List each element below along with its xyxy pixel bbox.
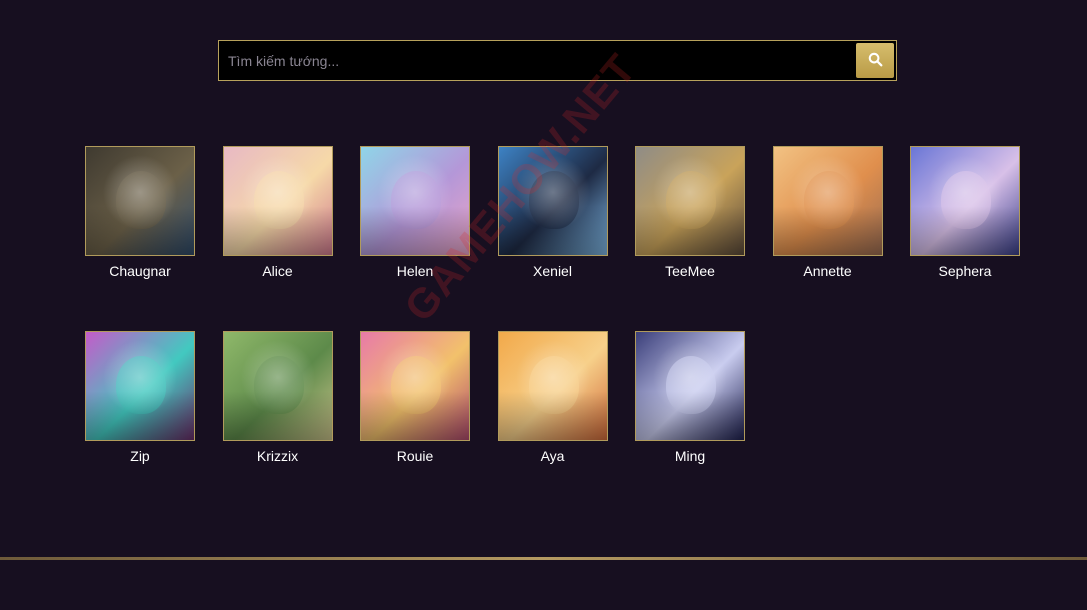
hero-portrait-shade — [86, 332, 194, 440]
hero-portrait-shade — [636, 147, 744, 255]
hero-portrait-shade — [361, 147, 469, 255]
hero-card[interactable]: Ming — [635, 331, 745, 464]
hero-card[interactable]: Chaugnar — [85, 146, 195, 279]
hero-name[interactable]: Xeniel — [498, 263, 608, 279]
hero-card[interactable]: Helen — [360, 146, 470, 279]
hero-name[interactable]: Annette — [773, 263, 883, 279]
hero-portrait-shade — [223, 332, 332, 440]
hero-portrait[interactable] — [222, 331, 333, 441]
hero-portrait[interactable] — [497, 331, 608, 441]
hero-card[interactable]: Zip — [85, 331, 195, 464]
hero-name[interactable]: Sephera — [910, 263, 1020, 279]
search-button[interactable] — [856, 43, 894, 78]
hero-portrait[interactable] — [635, 146, 745, 256]
hero-name[interactable]: Krizzix — [223, 448, 333, 464]
hero-portrait-shade — [361, 332, 469, 440]
search-input[interactable] — [219, 41, 856, 80]
hero-card[interactable]: Aya — [497, 331, 608, 464]
hero-portrait[interactable] — [772, 146, 883, 256]
hero-portrait-shade — [86, 147, 194, 255]
hero-card[interactable]: Alice — [222, 146, 333, 279]
hero-portrait-shade — [773, 147, 882, 255]
hero-card[interactable]: Xeniel — [497, 146, 608, 279]
hero-portrait[interactable] — [222, 146, 333, 256]
hero-card[interactable]: Rouie — [360, 331, 470, 464]
hero-name[interactable]: Ming — [635, 448, 745, 464]
search-icon — [868, 52, 883, 70]
hero-name[interactable]: Alice — [223, 263, 333, 279]
hero-name[interactable]: Chaugnar — [85, 263, 195, 279]
hero-card[interactable]: Sephera — [910, 146, 1020, 279]
hero-portrait-shade — [498, 332, 607, 440]
hero-portrait-shade — [911, 147, 1019, 255]
hero-portrait[interactable] — [497, 146, 608, 256]
hero-portrait-shade — [636, 332, 744, 440]
hero-name[interactable]: Zip — [85, 448, 195, 464]
hero-portrait[interactable] — [360, 331, 470, 441]
hero-card[interactable]: TeeMee — [635, 146, 745, 279]
footer-divider — [0, 557, 1087, 560]
hero-portrait[interactable] — [360, 146, 470, 256]
hero-name[interactable]: Aya — [498, 448, 608, 464]
hero-name[interactable]: Helen — [360, 263, 470, 279]
hero-portrait[interactable] — [635, 331, 745, 441]
hero-card[interactable]: Krizzix — [222, 331, 333, 464]
hero-name[interactable]: Rouie — [360, 448, 470, 464]
hero-card[interactable]: Annette — [772, 146, 883, 279]
hero-portrait-shade — [498, 147, 607, 255]
hero-portrait[interactable] — [910, 146, 1020, 256]
hero-portrait-shade — [223, 147, 332, 255]
hero-grid: Chaugnar Alice Helen Xeniel TeeMee Annette Sep… — [85, 146, 1020, 464]
hero-portrait[interactable] — [85, 146, 195, 256]
hero-portrait[interactable] — [85, 331, 195, 441]
search-bar — [218, 40, 897, 81]
hero-name[interactable]: TeeMee — [635, 263, 745, 279]
